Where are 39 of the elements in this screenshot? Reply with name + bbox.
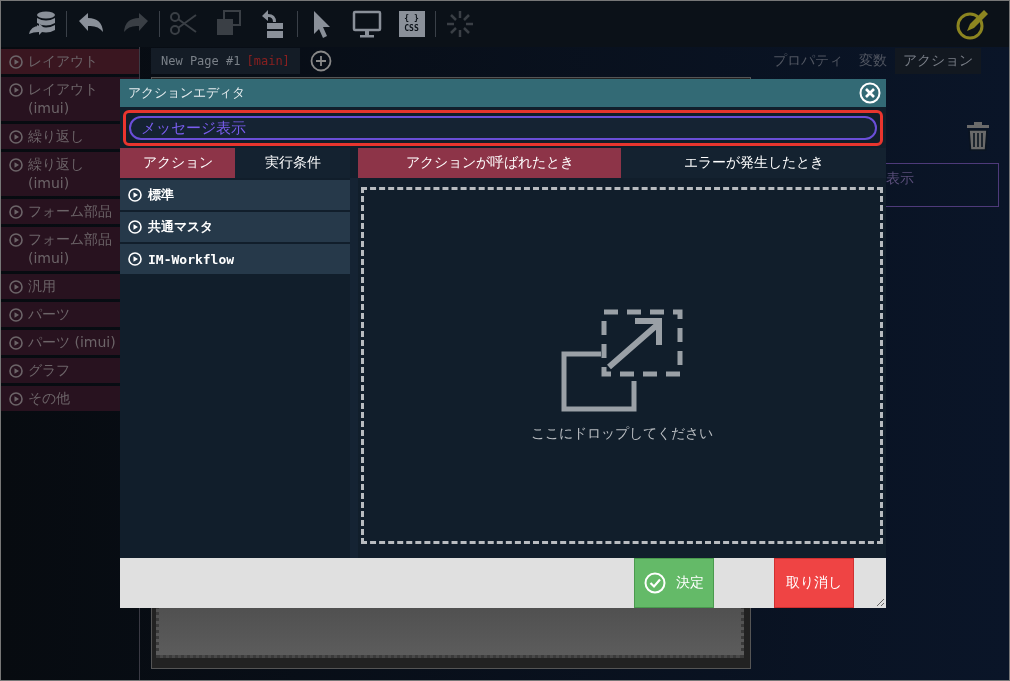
play-icon (128, 188, 142, 202)
tab[interactable]: エラーが発生したとき (621, 148, 886, 178)
action-name-field[interactable]: メッセージ表示 (129, 116, 877, 140)
confirm-button[interactable]: 決定 (634, 558, 714, 608)
external-link-icon (559, 308, 685, 415)
drop-hint: ここにドロップしてください (531, 424, 713, 443)
panel-tab[interactable]: 変数 (851, 48, 895, 74)
play-icon (9, 280, 23, 294)
resize-grip-icon[interactable] (875, 597, 885, 607)
tab[interactable]: アクション (120, 148, 235, 178)
close-icon[interactable] (859, 82, 881, 104)
add-page-icon[interactable] (309, 50, 332, 72)
play-icon (9, 55, 23, 69)
play-icon (9, 336, 23, 350)
panel-tab[interactable]: プロパティ (765, 48, 851, 74)
palette-category[interactable]: レイアウト (1, 49, 139, 74)
cancel-button[interactable]: 取り消し (774, 558, 854, 608)
check-icon (644, 572, 666, 594)
action-category[interactable]: IM-Workflow (120, 244, 350, 274)
play-icon (9, 130, 23, 144)
trash-icon[interactable] (966, 121, 990, 151)
play-icon (128, 220, 142, 234)
tab[interactable]: 実行条件 (235, 148, 350, 178)
play-icon (9, 392, 23, 406)
play-icon (9, 364, 23, 378)
tab[interactable]: アクションが呼ばれたとき (358, 148, 621, 178)
action-category[interactable]: 共通マスタ (120, 212, 350, 242)
action-category[interactable]: 標準 (120, 180, 350, 210)
page-tab[interactable]: New Page #1 [main] (151, 48, 300, 74)
play-icon (9, 83, 23, 97)
play-icon (9, 308, 23, 322)
play-icon (9, 233, 23, 247)
monitor-icon[interactable] (350, 8, 383, 40)
play-icon (9, 158, 23, 172)
play-icon (128, 252, 142, 266)
edit-icon[interactable] (955, 7, 989, 41)
css-icon[interactable]: { } CSS (398, 11, 425, 37)
play-icon (9, 205, 23, 219)
panel-tab[interactable]: アクション (895, 48, 981, 74)
